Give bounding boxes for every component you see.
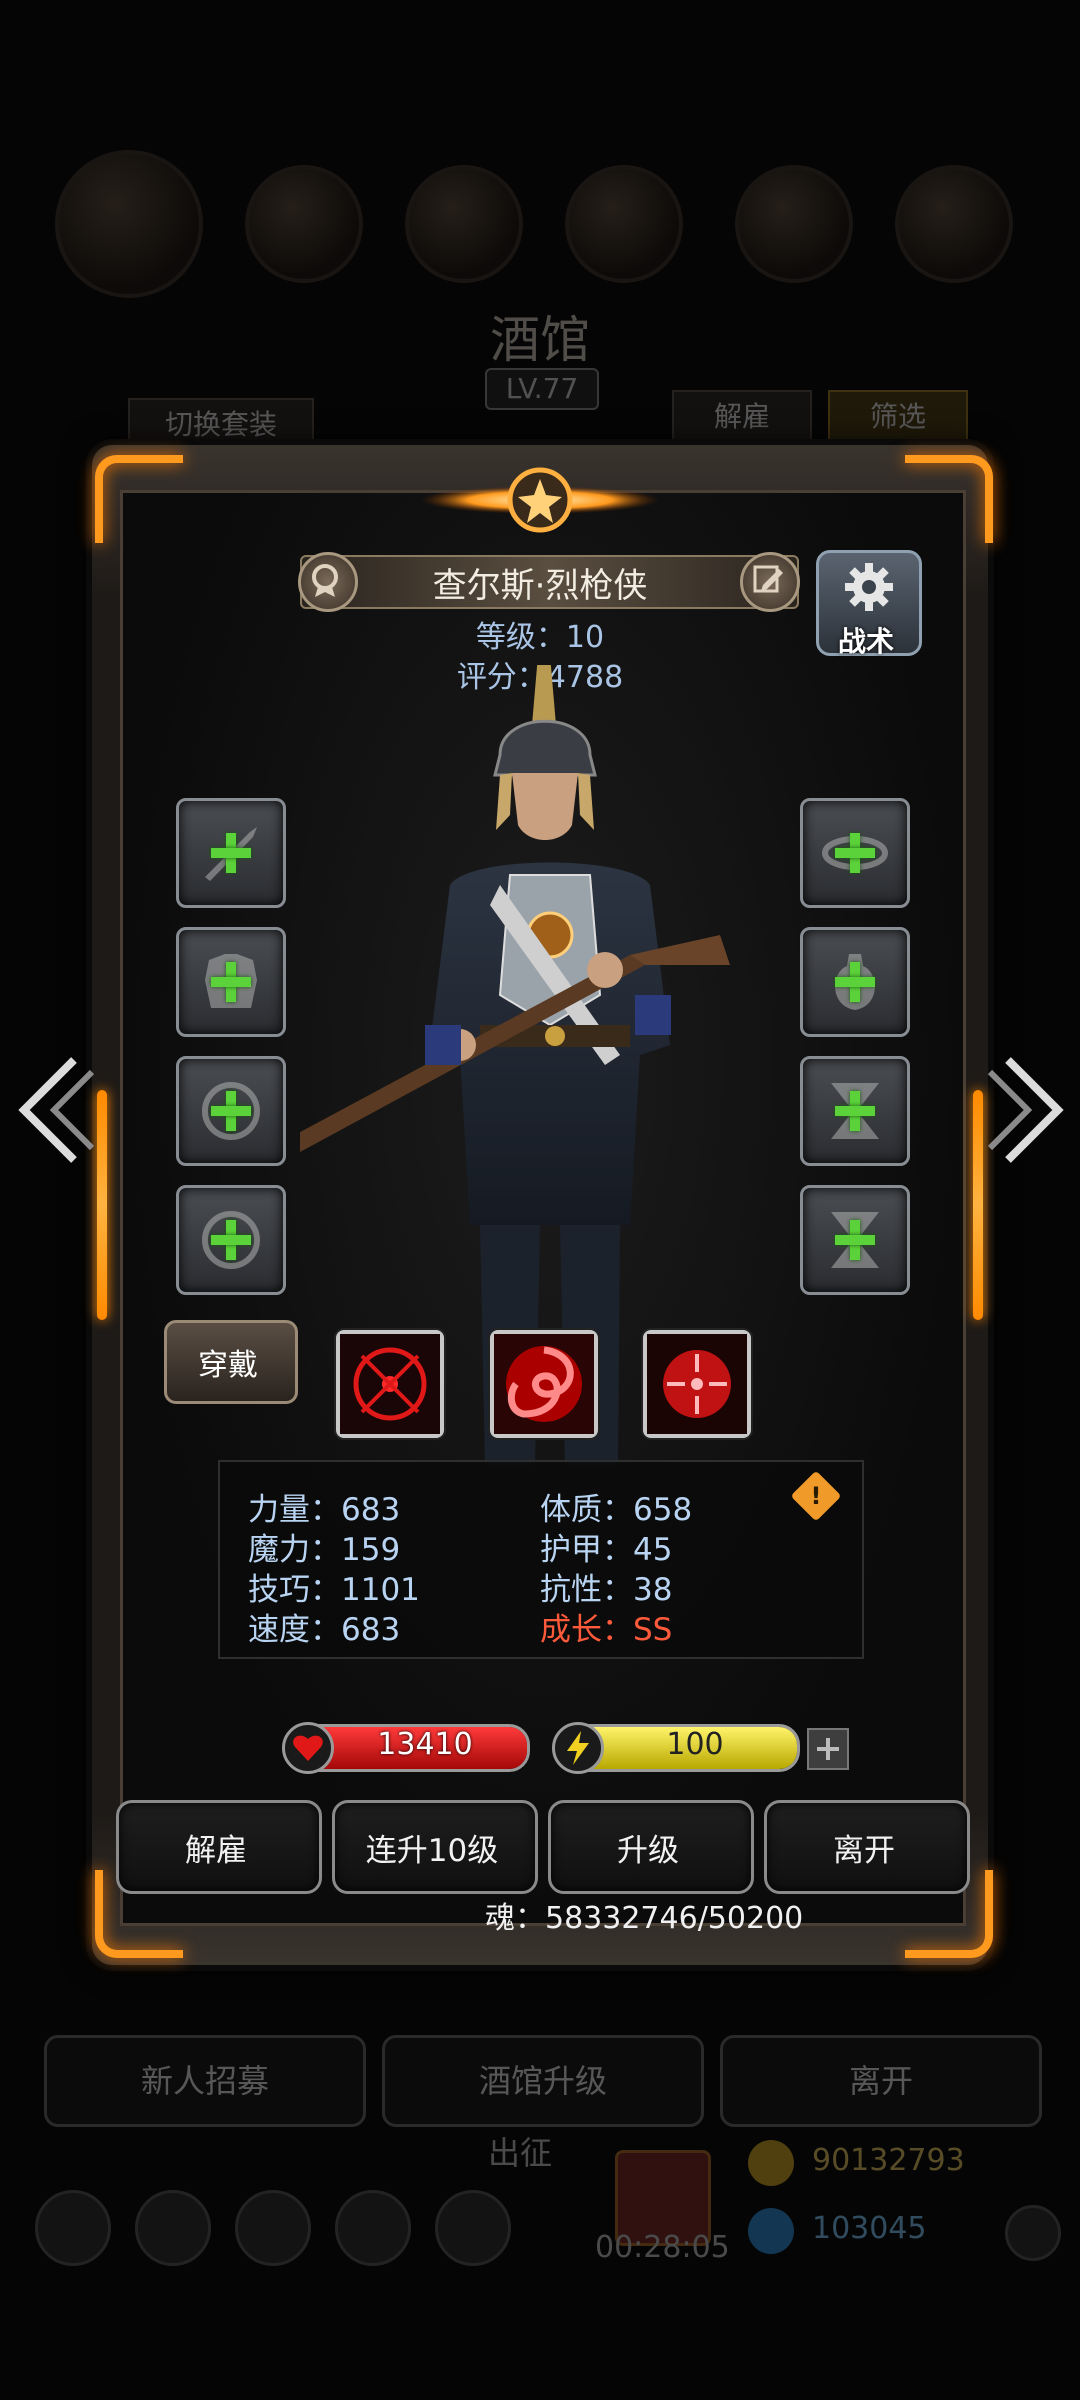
level-up-10-label: 连升10级 [365,1833,499,1869]
skill-slot-1[interactable] [336,1330,444,1438]
panel-corner [95,455,183,543]
bg-tavern-title: 酒馆 [490,311,590,369]
gear-icon [845,563,893,611]
bg-tavern-level: LV.77 [485,368,599,410]
stat-skill: 技巧：1101 [248,1572,420,1608]
vortex-skill-icon [494,1334,594,1434]
heart-icon [282,1722,334,1774]
bg-nav-icon [435,2190,511,2266]
add-icon [211,1091,251,1131]
bg-recruit-button: 新人招募 [44,2035,366,2127]
bg-settings-icon [1005,2205,1061,2261]
helmet-slot[interactable] [800,798,910,908]
bg-menu-icon [565,165,683,283]
add-energy-button[interactable] [807,1728,849,1770]
hero-level: 等级：10 [475,620,605,655]
bg-nav-icon [135,2190,211,2266]
bg-switch-outfit-button: 切换套装 [128,398,314,452]
bg-gem-value: 103045 [812,2211,927,2246]
edit-icon [753,565,783,593]
bg-timer-bottom: 00:28:05 [595,2230,730,2265]
bg-nav-icon [35,2190,111,2266]
stat-strength: 力量：683 [248,1492,401,1528]
equipment-slot-3[interactable] [176,1056,286,1166]
bg-nav-icon [235,2190,311,2266]
bg-nav-icon [335,2190,411,2266]
dismiss-label: 解雇 [185,1833,247,1869]
add-icon [835,1220,875,1260]
weapon-slot[interactable] [176,798,286,908]
bg-dismiss-button: 解雇 [672,390,812,444]
soul-counter: 魂：58332746/50200 [485,1901,804,1936]
previous-hero-arrow-icon[interactable] [14,1050,94,1170]
armor-slot[interactable] [176,927,286,1037]
stat-resistance: 抗性：38 [540,1572,673,1608]
tactics-label: 战术 [837,625,894,658]
bg-gold-value: 90132793 [812,2143,965,2178]
next-hero-arrow-icon[interactable] [988,1050,1068,1170]
energy-value: 100 [666,1727,724,1762]
add-icon [835,962,875,1002]
add-icon [211,1220,251,1260]
panel-side-glow [97,1090,107,1320]
hourglass-slot-1[interactable] [800,1056,910,1166]
bg-upgrade-tavern-button: 酒馆升级 [382,2035,704,2127]
leave-label: 离开 [833,1833,895,1869]
crosshair-skill-icon [647,1334,747,1434]
skill-slot-2[interactable] [490,1330,598,1438]
accessory-slot[interactable] [800,927,910,1037]
add-icon [835,833,875,873]
bg-avatar-icon [55,150,203,298]
stat-constitution: 体质：658 [540,1492,693,1528]
lightning-icon [552,1722,604,1774]
upgrade-label: 升级 [617,1833,679,1869]
stat-growth: 成长：SS [540,1612,673,1648]
bg-menu-icon [405,165,523,283]
bg-menu-icon [245,165,363,283]
hp-value: 13410 [377,1727,473,1762]
panel-corner [905,455,993,543]
bg-menu-icon [735,165,853,283]
bg-filter-button: 筛选 [828,390,968,444]
skill-slot-3[interactable] [643,1330,751,1438]
target-skill-icon [340,1334,440,1434]
info-warning-mark: ! [810,1482,822,1510]
crest-emblem-icon [420,467,660,533]
stat-speed: 速度：683 [248,1612,401,1648]
add-icon [835,1091,875,1131]
equipment-slot-4[interactable] [176,1185,286,1295]
bg-gem-icon [748,2208,794,2254]
add-icon [211,833,251,873]
stat-magic: 魔力：159 [248,1532,401,1568]
hourglass-slot-2[interactable] [800,1185,910,1295]
bg-gold-icon [748,2140,794,2186]
stat-armor: 护甲：45 [540,1532,673,1568]
bg-leave-button: 离开 [720,2035,1042,2127]
bg-menu-icon [895,165,1013,283]
add-icon [211,962,251,1002]
hero-name: 查尔斯·烈枪侠 [432,566,648,606]
wear-label: 穿戴 [198,1348,258,1383]
bg-expedition-label: 出征 [488,2134,553,2172]
panel-side-glow [973,1090,983,1320]
